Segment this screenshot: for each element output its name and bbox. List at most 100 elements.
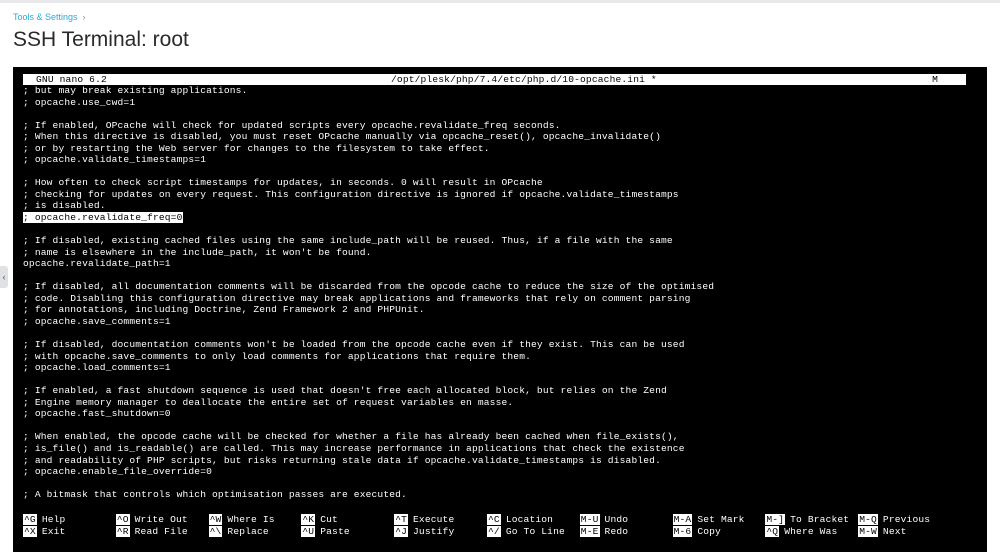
editor-line-text: ; If enabled, OPcache will check for upd…: [23, 119, 561, 131]
shortcut-item: ^O Write Out: [115, 514, 188, 526]
shortcut-key: ^X: [23, 525, 37, 537]
editor-line-text: ; code. Disabling this configuration dir…: [23, 292, 691, 304]
editor-line[interactable]: ; A bitmask that controls which optimisa…: [23, 489, 968, 501]
editor-line[interactable]: [23, 270, 968, 282]
page-title: SSH Terminal: root: [13, 28, 189, 51]
editor-line[interactable]: [23, 108, 968, 120]
editor-line[interactable]: ; opcache.load_comments=1: [23, 362, 968, 374]
editor-line-text: ; is disabled.: [23, 200, 106, 212]
editor-line-text: ; but may break existing applications.: [23, 85, 248, 96]
editor-line[interactable]: [23, 224, 968, 236]
editor-line-text: ; and readability of PHP scripts, but ri…: [23, 454, 661, 466]
editor-line-text: ; If disabled, all documentation comment…: [23, 281, 715, 293]
shortcut-key: ^\: [208, 525, 223, 537]
editor-line-text: ; If disabled, existing cached files usi…: [23, 235, 673, 247]
editor-line[interactable]: ; is_file() and is_readable() are called…: [23, 443, 968, 455]
editor-line-text: ; opcache.enable_file_override=0: [23, 466, 213, 478]
editor-buffer[interactable]: ; but may break existing applications.; …: [23, 85, 968, 501]
top-bar: [0, 0, 1000, 3]
selected-line-text: ; opcache.revalidate_freq=0: [23, 212, 183, 224]
shortcut-item: ^X Exit: [23, 525, 66, 538]
editor-line-text: ; Engine memory manager to deallocate th…: [23, 396, 514, 408]
shortcut-key: ^Q: [765, 525, 780, 537]
editor-line[interactable]: ; If disabled, existing cached files usi…: [23, 235, 968, 247]
editor-line-text: ; When this directive is disabled, you m…: [23, 131, 661, 143]
editor-line-text: ; opcache.use_cwd=1: [23, 96, 136, 108]
shortcut-item: ^G Help: [23, 514, 65, 526]
editor-line-text: ; opcache.load_comments=1: [23, 362, 171, 374]
shortcut-label: Execute: [413, 514, 455, 525]
editor-line[interactable]: ; opcache.use_cwd=1: [23, 97, 968, 109]
editor-line[interactable]: ; opcache.save_comments=1: [23, 316, 968, 328]
shortcut-label: Cut: [320, 514, 338, 525]
editor-line[interactable]: ; and readability of PHP scripts, but ri…: [23, 455, 968, 467]
ssh-terminal[interactable]: GNU nano 6.2 /opt/plesk/php/7.4/etc/php.…: [13, 67, 987, 552]
shortcut-key: ^U: [301, 525, 316, 537]
shortcut-item: ^U Paste: [301, 525, 350, 538]
editor-line[interactable]: ; checking for updates on every request.…: [23, 189, 968, 201]
chevron-left-icon[interactable]: ‹: [0, 266, 8, 288]
editor-line[interactable]: [23, 327, 968, 339]
editor-line[interactable]: ; If disabled, documentation comments wo…: [23, 339, 968, 351]
editor-line[interactable]: ; name is elsewhere in the include_path,…: [23, 247, 968, 259]
shortcut-key: M-]: [765, 514, 786, 525]
editor-line[interactable]: ; If enabled, a fast shutdown sequence i…: [23, 385, 968, 397]
shortcut-label: Write Out: [134, 514, 188, 525]
shortcut-key: M-A: [672, 514, 693, 525]
editor-line-text: ; for annotations, including Doctrine, Z…: [23, 304, 425, 316]
shortcut-item: M-Q Previous: [858, 514, 930, 526]
editor-line[interactable]: opcache.revalidate_path=1: [23, 258, 968, 270]
editor-line[interactable]: ; is disabled.: [23, 200, 968, 212]
editor-line[interactable]: ; code. Disabling this configuration dir…: [23, 293, 968, 305]
editor-line[interactable]: ; If disabled, all documentation comment…: [23, 281, 968, 293]
editor-line-text: ; with opcache.save_comments to only loa…: [23, 350, 532, 362]
shortcut-key: ^G: [23, 514, 37, 525]
editor-line[interactable]: ; opcache.fast_shutdown=0: [23, 408, 968, 420]
editor-line[interactable]: ; opcache.enable_file_override=0: [23, 466, 968, 478]
editor-line[interactable]: ; If enabled, OPcache will check for upd…: [23, 120, 968, 132]
editor-line[interactable]: ; but may break existing applications.: [23, 85, 968, 97]
editor-line[interactable]: ; with opcache.save_comments to only loa…: [23, 351, 968, 363]
editor-line[interactable]: [23, 420, 968, 432]
nano-version: GNU nano 6.2: [36, 74, 107, 85]
shortcut-item: ^K Cut: [301, 514, 338, 526]
editor-line[interactable]: ; Engine memory manager to deallocate th…: [23, 397, 968, 409]
shortcut-key: ^/: [487, 525, 501, 537]
editor-line-text: ; opcache.validate_timestamps=1: [23, 154, 207, 166]
editor-line[interactable]: ; When this directive is disabled, you m…: [23, 131, 968, 143]
nano-modified-flag: M: [932, 74, 938, 85]
shortcut-label: Exit: [41, 525, 66, 537]
editor-line[interactable]: ; opcache.revalidate_freq=0: [23, 212, 968, 224]
shortcut-item: ^/ Go To Line: [487, 525, 565, 538]
nano-file-path: /opt/plesk/php/7.4/etc/php.d/10-opcache.…: [391, 74, 657, 85]
nano-shortcut-bar: ^G Help ^X Exit ^O Write Out ^R Read File ^W Wher…: [23, 514, 968, 538]
editor-line[interactable]: ; How often to check script timestamps f…: [23, 177, 968, 189]
editor-line-text: ; is_file() and is_readable() are called…: [23, 442, 685, 454]
editor-line[interactable]: ; or by restarting the Web server for ch…: [23, 143, 968, 155]
shortcut-item: M-A Set Mark: [672, 514, 745, 526]
editor-line[interactable]: [23, 478, 968, 490]
shortcut-key: M-W: [858, 525, 878, 537]
editor-line[interactable]: ; opcache.validate_timestamps=1: [23, 154, 968, 166]
breadcrumb-link-tools-settings[interactable]: Tools & Settings: [13, 12, 78, 22]
shortcut-label: Replace: [227, 525, 269, 537]
editor-line[interactable]: [23, 374, 968, 386]
editor-line-text: ; When enabled, the opcode cache will be…: [23, 431, 679, 443]
shortcut-label: Where Is: [227, 514, 275, 525]
shortcut-key: ^C: [487, 514, 501, 525]
shortcut-label: Paste: [320, 525, 350, 537]
editor-line-text: ; or by restarting the Web server for ch…: [23, 142, 490, 154]
editor-line[interactable]: ; When enabled, the opcode cache will be…: [23, 431, 968, 443]
shortcut-key: ^O: [115, 514, 130, 525]
breadcrumb: Tools & Settings ›: [13, 10, 86, 24]
editor-line[interactable]: [23, 166, 968, 178]
shortcut-label: Next: [882, 525, 907, 537]
shortcut-label: Where Was: [784, 525, 838, 537]
editor-line[interactable]: ; for annotations, including Doctrine, Z…: [23, 304, 968, 316]
breadcrumb-separator: ›: [82, 12, 86, 22]
shortcut-item: ^W Where Is: [208, 514, 275, 526]
shortcut-label: Justify: [413, 525, 455, 537]
editor-line-text: ; If disabled, documentation comments wo…: [23, 339, 685, 351]
shortcut-key: ^T: [394, 514, 409, 525]
shortcut-label: To Bracket: [790, 514, 850, 525]
